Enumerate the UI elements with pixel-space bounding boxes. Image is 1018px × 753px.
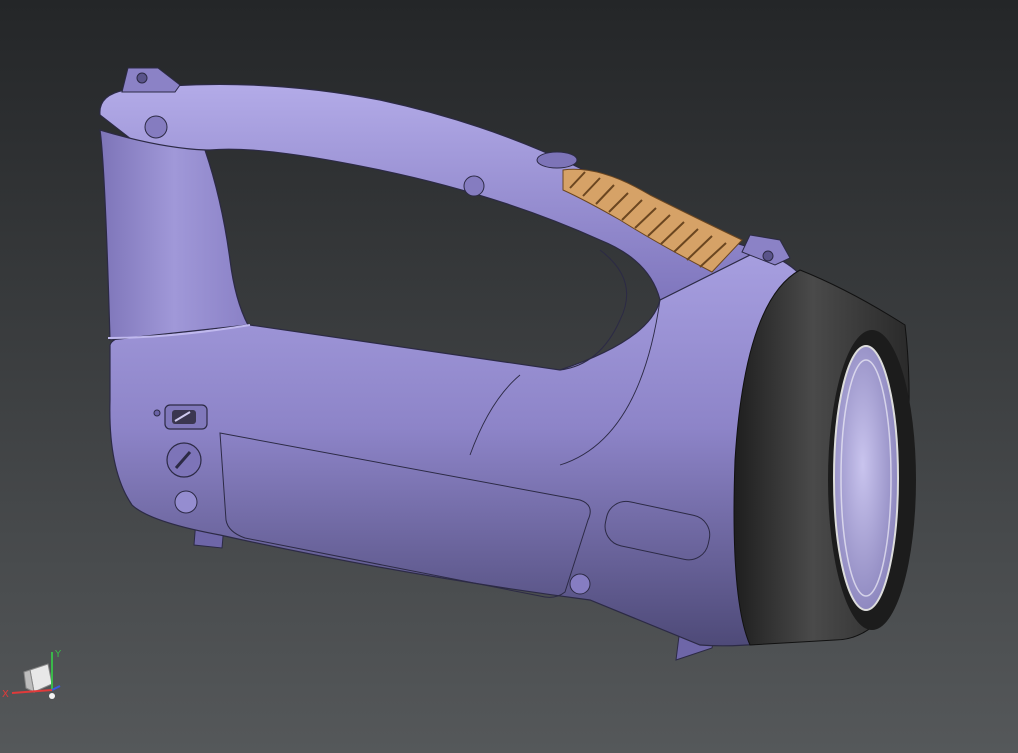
triad-origin — [49, 693, 55, 699]
indicator-led — [153, 409, 161, 417]
lens-glass[interactable] — [833, 345, 899, 611]
flashlight-model[interactable] — [0, 0, 1018, 753]
rear-mount-hole — [762, 250, 774, 262]
front-pillar[interactable] — [99, 129, 249, 341]
axis-triad[interactable]: X Y — [0, 640, 80, 720]
handle-boss-2 — [463, 175, 485, 197]
front-mount-tab[interactable] — [121, 67, 181, 93]
mode-switch-slider[interactable] — [172, 410, 196, 424]
3d-viewport[interactable]: X Y — [0, 0, 1018, 753]
charge-port[interactable] — [174, 490, 198, 514]
front-mount-hole — [136, 72, 148, 84]
z-axis-line — [51, 685, 61, 691]
body-screw — [569, 573, 591, 595]
handle-boss-1 — [144, 115, 168, 139]
handle-slot — [536, 151, 578, 169]
x-axis-label: X — [2, 689, 9, 700]
y-axis-label: Y — [54, 649, 62, 660]
